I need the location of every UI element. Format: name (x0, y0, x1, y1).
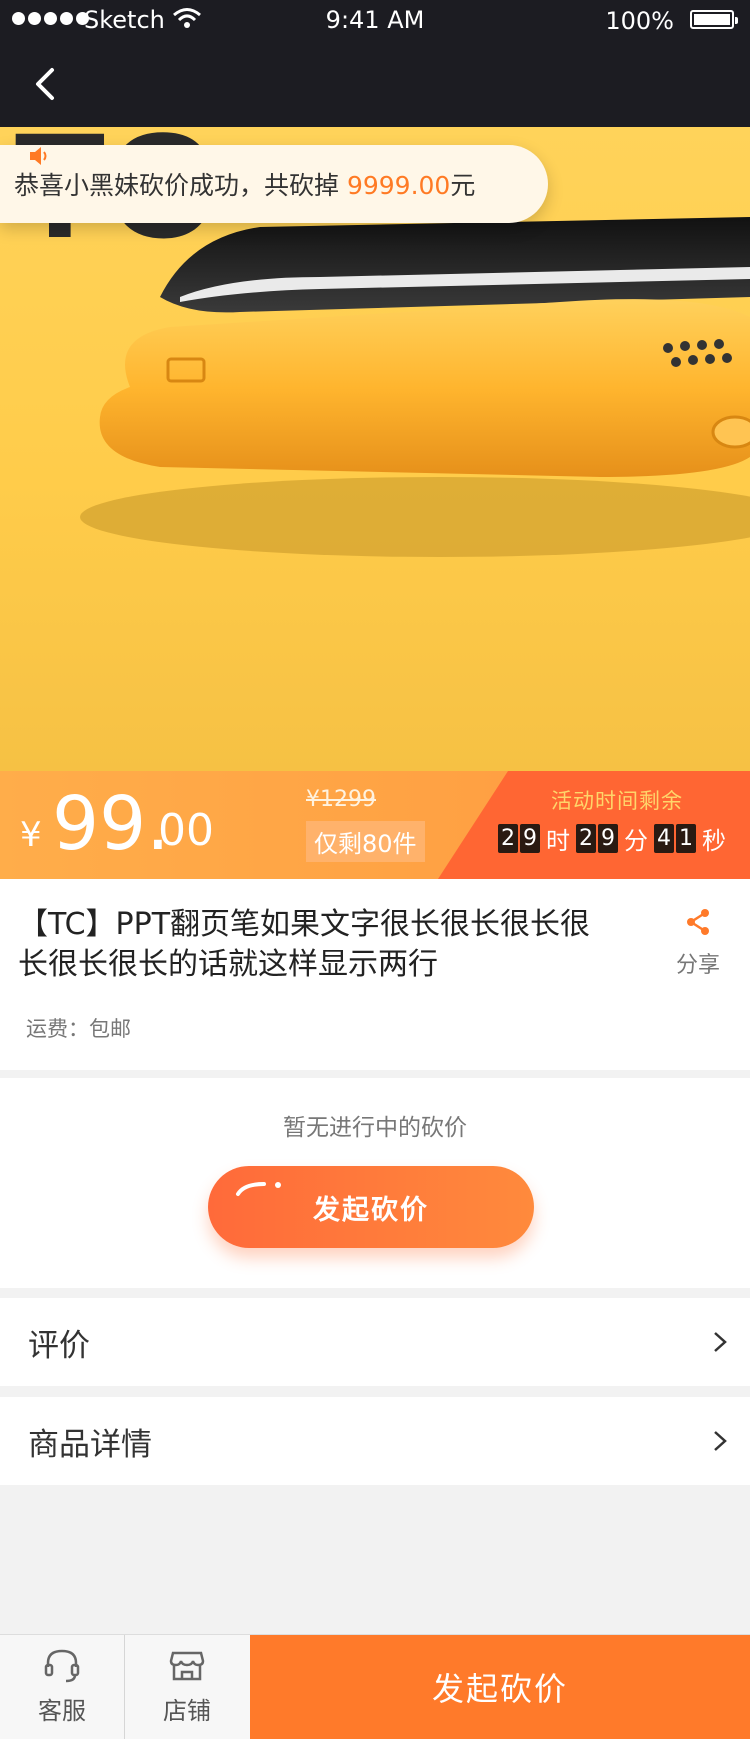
product-info: 【TC】PPT翻页笔如果文字很长很长很长很长很长很长的话就这样显示两行 分享 运… (0, 879, 750, 1070)
reviews-label: 评价 (28, 1328, 90, 1364)
top-bar: Sketch 9:41 AM 100% (0, 0, 750, 127)
chevron-right-icon (714, 1332, 727, 1352)
countdown-digit: 4 (654, 824, 674, 853)
product-details-label: 商品详情 (28, 1427, 152, 1463)
start-bargain-label: 发起砍价 (313, 1194, 429, 1226)
countdown-unit-minutes: 分 (624, 827, 648, 855)
countdown-timer: 2 9 时 2 9 分 4 1 秒 (498, 821, 732, 856)
currency-symbol: ¥ (20, 815, 42, 855)
share-label: 分享 (675, 953, 720, 978)
chevron-right-icon (714, 1431, 727, 1451)
no-bargain-text: 暂无进行中的砍价 (283, 1115, 467, 1141)
share-icon (687, 909, 709, 935)
headset-icon (44, 1649, 80, 1683)
countdown-digit: 2 (576, 824, 596, 853)
start-bargain-cta-button[interactable]: 发起砍价 (250, 1635, 750, 1739)
speaker-icon (30, 147, 47, 165)
status-bar: Sketch 9:41 AM 100% (0, 0, 750, 42)
countdown-digit: 1 (676, 824, 696, 853)
button-shine-icon (236, 1182, 281, 1196)
toast-text: 恭喜小黑妹砍价成功，共砍掉 9999.00元 (14, 171, 476, 200)
original-price: ¥1299 (306, 787, 376, 812)
toast-amount: 9999.00 (346, 171, 451, 200)
countdown-digit: 9 (598, 824, 618, 853)
product-details-row[interactable]: 商品详情 (0, 1397, 750, 1485)
chevron-left-icon[interactable] (30, 64, 60, 104)
customer-service-label: 客服 (38, 1697, 86, 1725)
countdown-title: 活动时间剩余 (551, 789, 683, 813)
reviews-row[interactable]: 评价 (0, 1298, 750, 1386)
price-decimal: 00 (158, 805, 214, 856)
product-illustration: TC (14, 127, 750, 557)
countdown-unit-hours: 时 (546, 827, 570, 855)
price-bar: ¥ 99. 00 ¥1299 仅剩80件 活动时间剩余 2 9 时 2 9 分 … (0, 771, 750, 879)
price-integer: 99. (52, 781, 170, 867)
stock-badge: 仅剩80件 (306, 821, 425, 862)
start-bargain-button[interactable]: 发起砍价 (208, 1166, 534, 1248)
product-title: 【TC】PPT翻页笔如果文字很长很长很长很长很长很长的话就这样显示两行 (18, 907, 591, 982)
battery-percent: 100% (605, 7, 674, 35)
bargain-section: 暂无进行中的砍价 发起砍价 (0, 1078, 750, 1288)
battery-icon (690, 10, 738, 29)
store-icon (169, 1651, 205, 1681)
countdown-unit-seconds: 秒 (702, 827, 726, 855)
customer-service-tab[interactable]: 客服 (0, 1635, 124, 1739)
share-button[interactable]: 分享 (672, 907, 724, 979)
product-hero-image: TC 恭喜小黑妹砍价成功，共砍掉 9999.00元 (0, 127, 750, 771)
shipping-info: 运费：包邮 (26, 1017, 131, 1041)
countdown-panel: 活动时间剩余 2 9 时 2 9 分 4 1 秒 (438, 771, 750, 879)
bargain-success-toast: 恭喜小黑妹砍价成功，共砍掉 9999.00元 (0, 145, 548, 223)
countdown-digit: 9 (520, 824, 540, 853)
shop-label: 店铺 (163, 1697, 211, 1725)
shop-tab[interactable]: 店铺 (125, 1635, 249, 1739)
countdown-digit: 2 (498, 824, 518, 853)
bottom-bar: 客服 店铺 发起砍价 (0, 1634, 750, 1739)
